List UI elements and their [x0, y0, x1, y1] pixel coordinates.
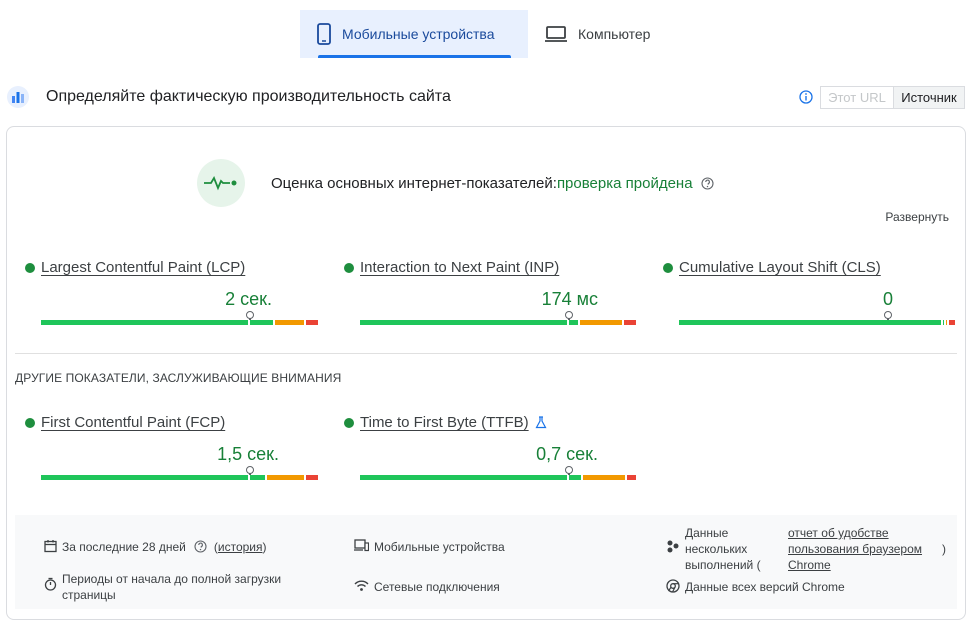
- toggle-origin[interactable]: Источник: [894, 86, 964, 108]
- period-label: За последние 28 дней: [62, 540, 186, 554]
- metric-lcp: Largest Contentful Paint (LCP) 2 сек.: [25, 259, 325, 329]
- poor-segment: [306, 475, 318, 480]
- distribution-bar: [41, 311, 319, 325]
- distribution-bar: [41, 466, 319, 480]
- assessment-label: Оценка основных интернет-показателей:: [271, 174, 557, 192]
- p75-marker: [246, 311, 254, 320]
- other-metrics-heading: ДРУГИЕ ПОКАЗАТЕЛИ, ЗАСЛУЖИВАЮЩИЕ ВНИМАНИ…: [15, 371, 342, 385]
- needs-improvement-segment: [583, 475, 625, 480]
- chrome-versions-item: Данные всех версий Chrome: [666, 579, 845, 595]
- divider: [15, 353, 957, 354]
- poor-segment: [624, 320, 636, 325]
- metric-ttfb: Time to First Byte (TTFB) 0,7 сек.: [344, 414, 644, 484]
- toggle-this-url[interactable]: Этот URL: [821, 86, 894, 108]
- assessment-result: проверка пройдена: [556, 174, 693, 192]
- periods-item: Периоды от начала до полной загрузки стр…: [44, 571, 304, 603]
- pulse-icon: [204, 175, 237, 191]
- metric-name[interactable]: Cumulative Layout Shift (CLS): [679, 259, 881, 276]
- history-link[interactable]: история: [218, 540, 263, 554]
- status-dot: [25, 417, 35, 428]
- periods-label: Периоды от начала до полной загрузки стр…: [62, 572, 282, 602]
- section-header: Определяйте фактическую производительнос…: [6, 84, 965, 110]
- help-icon[interactable]: [700, 176, 714, 190]
- tab-desktop[interactable]: Компьютер: [528, 10, 666, 58]
- metric-inp: Interaction to Next Paint (INP) 174 мс: [344, 259, 644, 329]
- good-segment-tail: [250, 475, 265, 480]
- scope-toggle: Этот URL Источник: [820, 85, 965, 109]
- p75-marker: [565, 466, 573, 475]
- data-sources-item: Данные нескольких выполнений ( отчет об …: [666, 525, 956, 573]
- needs-improvement-segment: [267, 475, 304, 480]
- device-tabs: Мобильные устройства Компьютер: [300, 10, 666, 58]
- poor-segment: [306, 320, 318, 325]
- status-dot: [344, 262, 354, 273]
- good-segment: [360, 320, 567, 325]
- needs-improvement-segment: [275, 320, 304, 325]
- good-segment-tail: [569, 475, 581, 480]
- close-paren: ): [942, 542, 946, 556]
- metric-value: 2 сек.: [225, 289, 272, 309]
- data-sources-label: Данные нескольких выполнений (: [685, 526, 761, 572]
- data-details-footer: За последние 28 дней (история) Мобильные…: [15, 515, 957, 609]
- metric-name[interactable]: Largest Contentful Paint (LCP): [41, 259, 245, 276]
- wifi-icon: [354, 580, 369, 591]
- p75-marker: [565, 311, 573, 320]
- devices-icon: [354, 539, 369, 552]
- field-data-card: Оценка основных интернет-показателей: пр…: [6, 126, 966, 620]
- status-dot: [344, 417, 354, 428]
- laptop-icon: [545, 26, 567, 42]
- metric-cls: Cumulative Layout Shift (CLS) 0: [663, 259, 963, 329]
- help-icon[interactable]: [194, 540, 207, 553]
- data-sources-icon: [667, 540, 679, 553]
- metric-value: 0,7 сек.: [536, 444, 598, 464]
- good-segment-tail: [250, 320, 273, 325]
- calendar-icon: [44, 540, 57, 553]
- smartphone-icon: [317, 23, 331, 45]
- tab-mobile-label: Мобильные устройства: [342, 26, 495, 42]
- status-dot: [25, 262, 35, 273]
- distribution-bar: [679, 311, 957, 325]
- status-dot: [663, 262, 673, 273]
- distribution-bar: [360, 311, 638, 325]
- device-item: Мобильные устройства: [354, 539, 505, 555]
- good-segment-tail: [569, 320, 578, 325]
- metric-name[interactable]: Time to First Byte (TTFB): [360, 414, 529, 431]
- metric-name[interactable]: Interaction to Next Paint (INP): [360, 259, 559, 276]
- good-segment-tail: [943, 320, 944, 325]
- section-title: Определяйте фактическую производительнос…: [46, 88, 451, 105]
- timer-icon: [44, 577, 57, 591]
- metric-name[interactable]: First Contentful Paint (FCP): [41, 414, 225, 431]
- network-item: Сетевые подключения: [354, 579, 500, 595]
- p75-marker: [884, 311, 892, 320]
- good-segment: [41, 320, 248, 325]
- needs-improvement-segment: [946, 320, 947, 325]
- flask-icon[interactable]: [535, 416, 547, 429]
- distribution-bar: [360, 466, 638, 480]
- crux-logo-icon: [7, 86, 29, 108]
- period-item: За последние 28 дней (история): [44, 539, 267, 555]
- metric-fcp: First Contentful Paint (FCP) 1,5 сек.: [25, 414, 325, 484]
- good-segment: [41, 475, 248, 480]
- pulse-badge: [197, 159, 245, 207]
- needs-improvement-segment: [580, 320, 622, 325]
- metric-value: 0: [882, 289, 893, 309]
- metric-value: 174 мс: [541, 289, 598, 309]
- good-segment: [679, 320, 941, 325]
- chrome-icon: [666, 579, 680, 593]
- p75-marker: [246, 466, 254, 475]
- device-label: Мобильные устройства: [374, 540, 505, 554]
- tab-mobile[interactable]: Мобильные устройства: [300, 10, 528, 58]
- network-label: Сетевые подключения: [374, 580, 500, 594]
- tab-desktop-label: Компьютер: [578, 26, 651, 42]
- chrome-versions-label: Данные всех версий Chrome: [685, 580, 845, 594]
- metric-value: 1,5 сек.: [217, 444, 279, 464]
- cwv-assessment: Оценка основных интернет-показателей: пр…: [197, 159, 714, 207]
- poor-segment: [949, 320, 955, 325]
- expand-link[interactable]: Развернуть: [885, 210, 949, 224]
- crux-report-link[interactable]: отчет об удобстве пользования браузером …: [788, 525, 938, 573]
- info-icon[interactable]: [799, 90, 813, 104]
- poor-segment: [627, 475, 636, 480]
- good-segment: [360, 475, 567, 480]
